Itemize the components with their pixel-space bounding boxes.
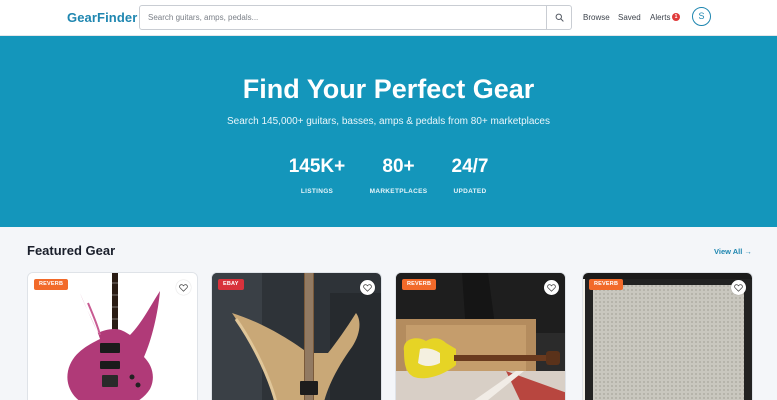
gear-card[interactable]: REVERB xyxy=(395,272,566,400)
hero-banner: Find Your Perfect Gear Search 145,000+ g… xyxy=(0,36,777,227)
view-all-link[interactable]: View All → xyxy=(714,247,752,256)
stat-value: 24/7 xyxy=(451,156,489,177)
favorite-button[interactable] xyxy=(544,280,559,295)
favorite-button[interactable] xyxy=(176,280,191,295)
stat-listings: 145K+ LISTINGS xyxy=(280,156,354,195)
heart-icon xyxy=(363,283,372,292)
hero-title: Find Your Perfect Gear xyxy=(242,74,535,104)
user-avatar[interactable]: S xyxy=(692,7,711,26)
top-header: GearFinder Browse Saved Alerts 1 S xyxy=(0,0,777,36)
search-icon xyxy=(555,13,564,22)
source-badge: EBAY xyxy=(218,279,244,290)
stat-marketplaces: 80+ MARKETPLACES xyxy=(361,156,436,195)
source-badge: REVERB xyxy=(589,279,624,290)
favorite-button[interactable] xyxy=(360,280,375,295)
stat-updated: 24/7 UPDATED xyxy=(440,156,500,195)
heart-icon xyxy=(734,283,743,292)
heart-icon xyxy=(179,283,188,292)
nav-alerts-link[interactable]: Alerts xyxy=(650,13,670,22)
heart-icon xyxy=(547,283,556,292)
stat-label: UPDATED xyxy=(453,188,487,195)
featured-title: Featured Gear xyxy=(27,243,116,258)
gear-photo xyxy=(583,273,752,400)
source-badge: REVERB xyxy=(402,279,437,290)
gear-photo xyxy=(212,273,381,400)
favorite-button[interactable] xyxy=(731,280,746,295)
gear-photo xyxy=(396,273,565,400)
stat-value: 80+ xyxy=(382,156,415,177)
search-button[interactable] xyxy=(546,6,571,29)
stat-label: LISTINGS xyxy=(300,188,334,195)
gear-card[interactable]: REVERB xyxy=(27,272,198,400)
nav-saved-link[interactable]: Saved xyxy=(618,13,641,22)
gear-card[interactable]: EBAY xyxy=(211,272,382,400)
nav-browse-link[interactable]: Browse xyxy=(583,13,610,22)
gear-photo xyxy=(28,273,197,400)
source-badge: REVERB xyxy=(34,279,69,290)
stat-value: 145K+ xyxy=(288,156,346,177)
gear-card[interactable]: REVERB xyxy=(582,272,753,400)
hero-subtitle: Search 145,000+ guitars, basses, amps & … xyxy=(227,116,550,127)
logo[interactable]: GearFinder xyxy=(67,10,137,25)
stat-label: MARKETPLACES xyxy=(369,188,428,195)
alerts-count-badge: 1 xyxy=(672,13,680,21)
search-bar xyxy=(139,5,572,30)
search-input[interactable] xyxy=(140,6,547,29)
